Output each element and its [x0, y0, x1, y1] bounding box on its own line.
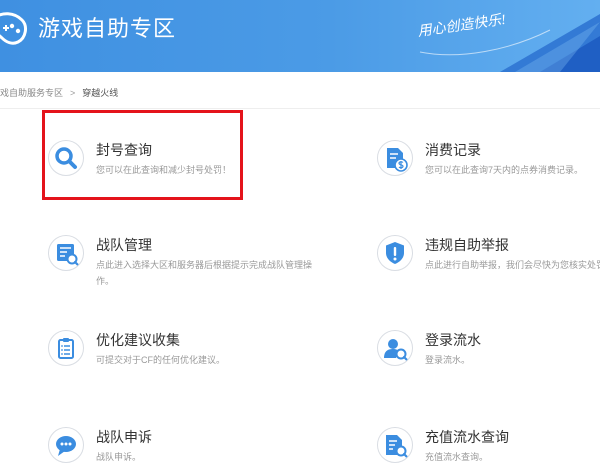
service-item-consumption-record[interactable]: 消费记录 您可以在此查询7天内的点券消费记录。 — [377, 140, 600, 180]
service-title[interactable]: 封号查询 — [96, 140, 152, 160]
service-item-team-management[interactable]: 战队管理 点此进入选择大区和服务器后根据提示完成战队管理操作。 — [48, 235, 338, 286]
search-icon — [48, 140, 84, 176]
service-item-violation-report[interactable]: 违规自助举报 点此进行自助举报，我们会尽快为您核实处罚 — [377, 235, 600, 275]
breadcrumb-item-home[interactable]: 戏自助服务专区 — [0, 88, 63, 98]
breadcrumb-item-current: 穿越火线 — [82, 88, 119, 98]
login-record-icon — [377, 330, 413, 366]
service-description: 点此进行自助举报，我们会尽快为您核实处罚 — [425, 260, 600, 270]
service-description: 您可以在此查询7天内的点券消费记录。 — [425, 165, 584, 175]
service-item-suggestion[interactable]: 优化建议收集 可提交对于CF的任何优化建议。 — [48, 330, 338, 370]
service-title[interactable]: 充值流水查询 — [425, 427, 509, 447]
service-title[interactable]: 战队管理 — [96, 235, 152, 255]
service-description: 战队申诉。 — [96, 452, 142, 462]
site-header: 游戏自助专区 用心创造快乐! — [0, 0, 600, 72]
page-title: 游戏自助专区 — [38, 16, 177, 41]
service-item-login-record[interactable]: 登录流水 登录流水。 — [377, 330, 600, 370]
service-title[interactable]: 登录流水 — [425, 330, 481, 350]
gamepad-logo-icon — [0, 6, 30, 50]
chat-bubble-icon — [48, 427, 84, 463]
service-item-ban-query[interactable]: 封号查询 您可以在此查询和减少封号处罚！ — [48, 140, 338, 180]
service-item-recharge-record[interactable]: 充值流水查询 充值流水查询。 — [377, 427, 600, 467]
service-description: 登录流水。 — [425, 355, 471, 365]
service-description: 点此进入选择大区和服务器后根据提示完成战队管理操作。 — [96, 260, 313, 286]
breadcrumb-separator: > — [70, 88, 76, 98]
service-title[interactable]: 消费记录 — [425, 140, 481, 160]
service-title[interactable]: 优化建议收集 — [96, 330, 180, 350]
report-shield-icon — [377, 235, 413, 271]
recharge-record-icon — [377, 427, 413, 463]
team-management-icon — [48, 235, 84, 271]
breadcrumb: 戏自助服务专区 > 穿越火线 — [0, 86, 600, 100]
divider — [0, 108, 600, 109]
consumption-record-icon — [377, 140, 413, 176]
suggestion-clipboard-icon — [48, 330, 84, 366]
service-description: 可提交对于CF的任何优化建议。 — [96, 355, 225, 365]
service-title[interactable]: 战队申诉 — [96, 427, 152, 447]
service-description: 您可以在此查询和减少封号处罚！ — [96, 165, 232, 175]
service-title[interactable]: 违规自助举报 — [425, 235, 509, 255]
service-description: 充值流水查询。 — [425, 452, 489, 462]
service-item-team-appeal[interactable]: 战队申诉 战队申诉。 — [48, 427, 338, 467]
